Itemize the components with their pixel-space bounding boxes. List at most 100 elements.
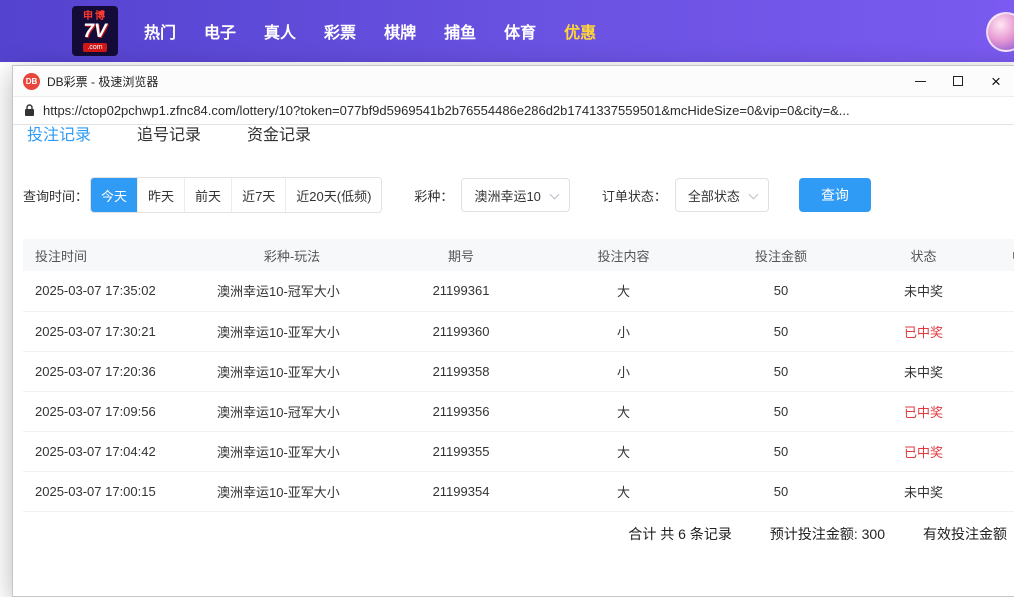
- order-status-value: 全部状态: [688, 186, 740, 205]
- table-cell: 21199354: [381, 471, 541, 511]
- chevron-down-icon: [549, 190, 559, 200]
- minimize-button[interactable]: [901, 66, 939, 96]
- db-app-icon: DB: [23, 73, 40, 90]
- time-filter-label: 查询时间：: [23, 186, 88, 205]
- col-header-status: 状态: [856, 239, 991, 271]
- table-cell: 2025-03-07 17:00:15: [23, 471, 203, 511]
- table-cell: 2025-03-07 17:35:02: [23, 271, 203, 311]
- time-option-7days[interactable]: 近7天: [231, 178, 285, 212]
- order-status-select[interactable]: 全部状态: [675, 178, 769, 212]
- site-logo[interactable]: 申博 7V .com: [72, 6, 118, 56]
- table-row: 2025-03-07 17:09:56澳洲幸运10-冠军大小21199356大5…: [23, 391, 1014, 431]
- maximize-icon: [953, 76, 963, 86]
- col-header-win-amount: 中奖金额: [991, 239, 1014, 271]
- table-cell: 澳洲幸运10-亚军大小: [203, 431, 381, 471]
- address-bar[interactable]: https://ctop02pchwp1.zfnc84.com/lottery/…: [13, 96, 1014, 125]
- table-cell: 大: [541, 391, 706, 431]
- table-cell: 50: [706, 271, 856, 311]
- table-cell: 21199361: [381, 271, 541, 311]
- table-cell: 已中奖: [856, 431, 991, 471]
- screen: 申博 7V .com 热门 电子 真人 彩票 棋牌 捕鱼 体育 优惠 DB DB…: [0, 0, 1014, 597]
- lottery-select[interactable]: 澳洲幸运10: [461, 178, 569, 212]
- table-row: 2025-03-07 17:04:42澳洲幸运10-亚军大小21199355大5…: [23, 431, 1014, 471]
- nav-item-slots[interactable]: 电子: [204, 19, 236, 43]
- main-nav: 申博 7V .com 热门 电子 真人 彩票 棋牌 捕鱼 体育 优惠: [0, 0, 1014, 62]
- lottery-select-value: 澳洲幸运10: [474, 186, 540, 205]
- nav-item-sports[interactable]: 体育: [504, 19, 536, 43]
- nav-menu: 热门 电子 真人 彩票 棋牌 捕鱼 体育 优惠: [144, 19, 596, 43]
- table-cell-clipped: [991, 311, 1014, 351]
- table-cell: 2025-03-07 17:04:42: [23, 431, 203, 471]
- logo-text-sub: .com: [83, 43, 106, 52]
- table-cell: 澳洲幸运10-亚军大小: [203, 311, 381, 351]
- col-header-bet-content: 投注内容: [541, 239, 706, 271]
- user-avatar[interactable]: [986, 12, 1014, 52]
- table-cell: 澳洲幸运10-亚军大小: [203, 351, 381, 391]
- bet-table: 投注时间 彩种-玩法 期号 投注内容 投注金额 状态 中奖金额 2025-03-…: [23, 239, 1014, 512]
- table-cell: 澳洲幸运10-冠军大小: [203, 271, 381, 311]
- tab-fund-records[interactable]: 资金记录: [245, 125, 313, 151]
- col-header-bet-time: 投注时间: [23, 239, 203, 271]
- maximize-button[interactable]: [939, 66, 977, 96]
- table-header-row: 投注时间 彩种-玩法 期号 投注内容 投注金额 状态 中奖金额: [23, 239, 1014, 271]
- table-cell: 21199358: [381, 351, 541, 391]
- search-button[interactable]: 查询: [799, 178, 871, 212]
- table-cell: 小: [541, 311, 706, 351]
- lottery-filter-label: 彩种：: [414, 186, 453, 205]
- address-url[interactable]: https://ctop02pchwp1.zfnc84.com/lottery/…: [43, 103, 850, 118]
- minimize-icon: [915, 81, 926, 82]
- lock-icon: [24, 104, 35, 117]
- table-row: 2025-03-07 17:20:36澳洲幸运10-亚军大小21199358小5…: [23, 351, 1014, 391]
- table-cell: 50: [706, 431, 856, 471]
- nav-item-chess[interactable]: 棋牌: [384, 19, 416, 43]
- table-cell: 大: [541, 431, 706, 471]
- close-button[interactable]: ×: [977, 66, 1014, 96]
- nav-item-live[interactable]: 真人: [264, 19, 296, 43]
- bet-table-body: 2025-03-07 17:35:02澳洲幸运10-冠军大小21199361大5…: [23, 271, 1014, 511]
- summary-expected-amount: 预计投注金额: 300: [770, 524, 885, 544]
- page-content: 投注记录 追号记录 资金记录 查询时间： 今天 昨天 前天 近7天 近20天(低…: [13, 125, 1014, 556]
- tab-chase-records[interactable]: 追号记录: [135, 125, 203, 151]
- time-option-yesterday[interactable]: 昨天: [137, 178, 184, 212]
- table-cell-clipped: [991, 431, 1014, 471]
- tab-bet-records[interactable]: 投注记录: [25, 125, 93, 151]
- logo-text-main: 7V: [83, 22, 106, 41]
- browser-window: DB DB彩票 - 极速浏览器 × https://ctop02pchwp1.z…: [12, 65, 1014, 597]
- table-cell: 2025-03-07 17:30:21: [23, 311, 203, 351]
- table-cell: 21199356: [381, 391, 541, 431]
- table-row: 2025-03-07 17:30:21澳洲幸运10-亚军大小21199360小5…: [23, 311, 1014, 351]
- table-cell: 小: [541, 351, 706, 391]
- table-cell: 未中奖: [856, 471, 991, 511]
- nav-item-hot[interactable]: 热门: [144, 19, 176, 43]
- window-title: DB彩票 - 极速浏览器: [47, 73, 158, 90]
- table-row: 2025-03-07 17:00:15澳洲幸运10-亚军大小21199354大5…: [23, 471, 1014, 511]
- table-cell: 澳洲幸运10-亚军大小: [203, 471, 381, 511]
- table-cell-clipped: [991, 391, 1014, 431]
- nav-item-promo[interactable]: 优惠: [564, 19, 596, 43]
- table-cell: 50: [706, 471, 856, 511]
- chevron-down-icon: [748, 190, 758, 200]
- table-cell-clipped: [991, 471, 1014, 511]
- table-cell: 已中奖: [856, 391, 991, 431]
- window-controls: ×: [901, 66, 1014, 96]
- nav-item-lottery[interactable]: 彩票: [324, 19, 356, 43]
- table-cell: 未中奖: [856, 271, 991, 311]
- col-header-issue: 期号: [381, 239, 541, 271]
- nav-item-fishing[interactable]: 捕鱼: [444, 19, 476, 43]
- table-cell: 50: [706, 391, 856, 431]
- table-cell: 大: [541, 471, 706, 511]
- summary-valid-amount: 有效投注金额: [923, 524, 1007, 544]
- table-cell: 2025-03-07 17:09:56: [23, 391, 203, 431]
- table-cell: 21199355: [381, 431, 541, 471]
- table-cell-clipped: [991, 351, 1014, 391]
- logo-text-top: 申博: [83, 11, 107, 22]
- window-titlebar[interactable]: DB DB彩票 - 极速浏览器 ×: [13, 66, 1014, 96]
- col-header-bet-amount: 投注金额: [706, 239, 856, 271]
- table-cell: 21199360: [381, 311, 541, 351]
- close-icon: ×: [991, 73, 1001, 90]
- table-cell-clipped: [991, 271, 1014, 311]
- col-header-lottery-play: 彩种-玩法: [203, 239, 381, 271]
- time-option-day-before[interactable]: 前天: [184, 178, 231, 212]
- time-option-today[interactable]: 今天: [91, 178, 137, 212]
- time-option-20days[interactable]: 近20天(低频): [285, 178, 381, 212]
